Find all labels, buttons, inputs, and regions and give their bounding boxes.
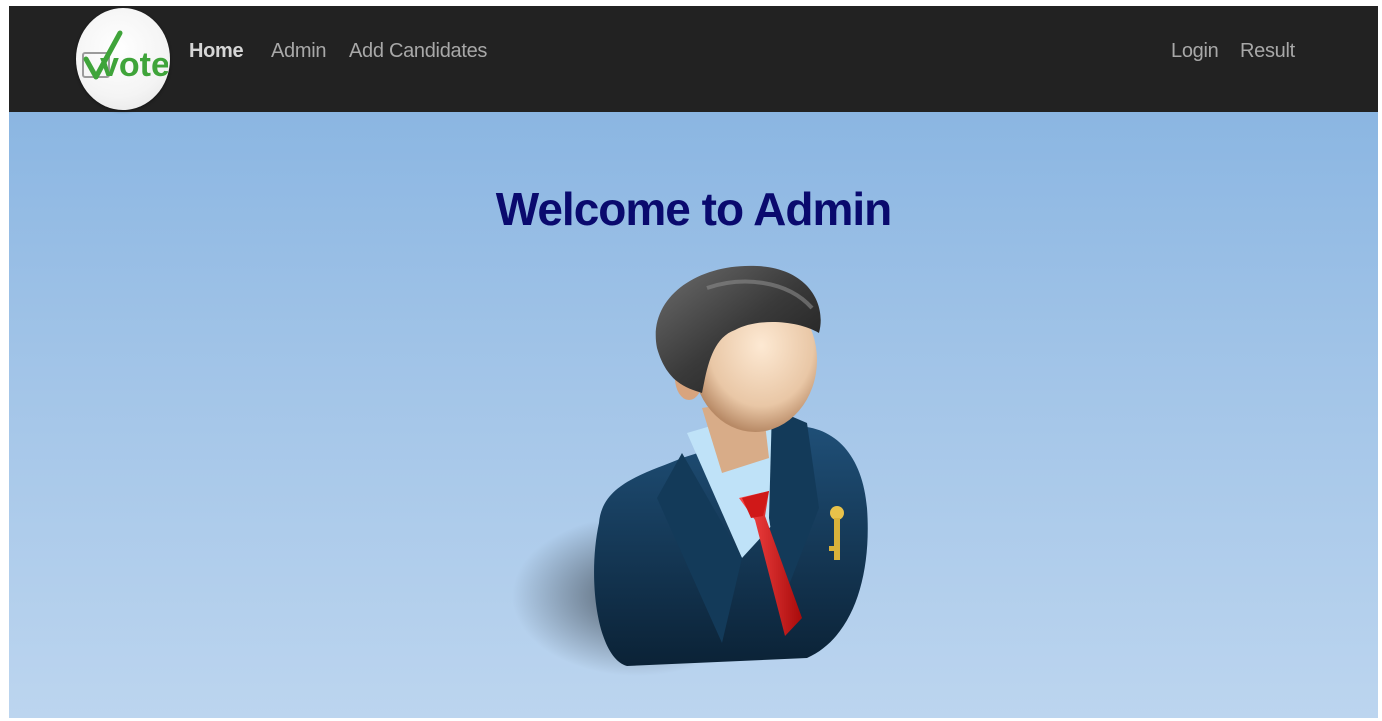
nav-admin-link[interactable]: Admin bbox=[271, 40, 327, 63]
vote-logo-icon: vote bbox=[82, 30, 168, 84]
page-frame: vote Home Admin Add Candidates Login Res… bbox=[9, 6, 1378, 718]
svg-text:vote: vote bbox=[100, 46, 168, 84]
nav-home-link[interactable]: Home bbox=[189, 40, 244, 63]
nav-result-link[interactable]: Result bbox=[1240, 40, 1295, 63]
hero-section: Welcome to Admin bbox=[9, 112, 1378, 718]
page-title: Welcome to Admin bbox=[495, 183, 892, 235]
top-navbar: vote Home Admin Add Candidates Login Res… bbox=[9, 6, 1378, 112]
nav-login-link[interactable]: Login bbox=[1171, 40, 1219, 63]
admin-avatar-icon bbox=[512, 265, 868, 676]
vote-logo[interactable]: vote bbox=[76, 8, 170, 110]
nav-add-candidates-link[interactable]: Add Candidates bbox=[349, 40, 487, 63]
